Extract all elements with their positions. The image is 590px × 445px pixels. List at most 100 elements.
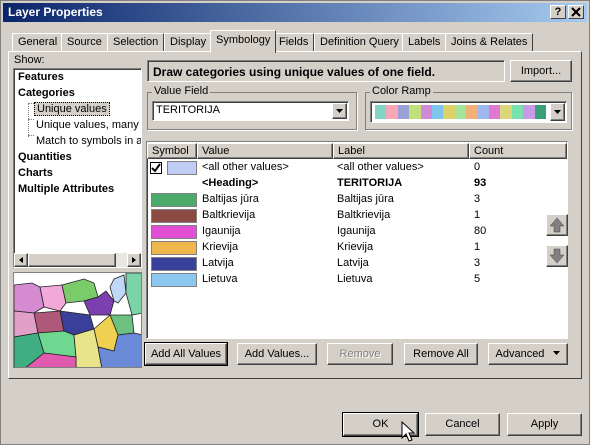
arrow-up-icon	[549, 217, 565, 233]
map-preview	[13, 272, 142, 368]
color-ramp-swatch	[409, 105, 421, 119]
tree-item-unique-values-many[interactable]: Unique values, many f	[36, 119, 141, 131]
advanced-button[interactable]: Advanced	[488, 343, 568, 365]
tab-fields[interactable]: Fields	[273, 33, 315, 51]
values-table[interactable]: Symbol Value Label Count <all other valu…	[146, 141, 568, 339]
arrow-left-icon	[19, 257, 23, 263]
symbol-swatch[interactable]	[151, 225, 197, 239]
tab-definition-query[interactable]: Definition Query	[314, 33, 405, 51]
tree-item-features[interactable]: Features	[18, 71, 64, 83]
row-checkbox[interactable]	[150, 162, 162, 174]
table-row[interactable]: Baltkrievija Baltkrievija 1	[147, 208, 567, 224]
tree-item-unique-values[interactable]: Unique values	[34, 102, 110, 116]
column-header-symbol[interactable]: Symbol	[147, 143, 197, 159]
move-down-button[interactable]	[546, 245, 568, 267]
scroll-right-button[interactable]	[127, 253, 141, 267]
close-button[interactable]	[568, 5, 584, 19]
value-field-legend: Value Field	[152, 85, 211, 97]
symbol-swatch[interactable]	[151, 193, 197, 207]
cell-count: 3	[474, 193, 481, 205]
color-ramp-swatch	[511, 105, 524, 119]
value-field-dropdown-button[interactable]	[332, 103, 347, 119]
column-header-label[interactable]: Label	[333, 143, 469, 159]
color-ramp-swatch	[534, 105, 547, 119]
cell-value: <Heading>	[202, 177, 259, 189]
cell-label: Igaunija	[337, 225, 376, 237]
remove-all-button[interactable]: Remove All	[404, 343, 478, 365]
color-ramp-dropdown-button[interactable]	[550, 103, 565, 121]
tab-general[interactable]: General	[12, 33, 64, 51]
cell-label: <all other values>	[337, 161, 424, 173]
color-ramp-swatch	[454, 105, 467, 119]
table-row[interactable]: Igaunija Igaunija 80	[147, 224, 567, 240]
add-all-values-button[interactable]: Add All Values	[144, 342, 228, 366]
show-label: Show:	[14, 54, 45, 66]
symbol-swatch[interactable]	[151, 241, 197, 255]
description-text: Draw categories using unique values of o…	[153, 65, 436, 79]
chevron-down-icon	[336, 109, 343, 113]
help-button[interactable]: ?	[550, 5, 566, 19]
table-row[interactable]: Baltijas jūra Baltijas jūra 3	[147, 192, 567, 208]
cell-count: 3	[474, 257, 481, 269]
move-up-button[interactable]	[546, 214, 568, 236]
chevron-down-icon	[552, 351, 560, 355]
cell-count: 80	[474, 225, 487, 237]
show-tree[interactable]: Features Categories Unique values Unique…	[13, 68, 142, 268]
import-button[interactable]: Import...	[510, 60, 572, 82]
tree-item-multiple-attributes[interactable]: Multiple Attributes	[18, 183, 114, 195]
apply-button[interactable]: Apply	[507, 413, 582, 436]
tree-item-categories[interactable]: Categories	[18, 87, 75, 99]
tab-selection[interactable]: Selection	[107, 33, 165, 51]
cell-value: Krievija	[202, 241, 239, 253]
cell-label: Baltijas jūra	[337, 193, 394, 205]
symbol-swatch[interactable]	[151, 273, 197, 287]
color-ramp-swatch	[466, 105, 478, 119]
cell-count: 93	[474, 177, 487, 189]
symbol-swatch[interactable]	[151, 209, 197, 223]
cell-value: Igaunija	[202, 225, 241, 237]
color-ramp-legend: Color Ramp	[370, 85, 433, 97]
title-bar[interactable]: Layer Properties ?	[3, 3, 587, 22]
scroll-thumb[interactable]	[28, 253, 116, 267]
show-tree-hscrollbar[interactable]	[14, 253, 141, 267]
table-row[interactable]: Latvija Latvija 3	[147, 256, 567, 272]
scroll-left-button[interactable]	[14, 253, 28, 267]
tab-source[interactable]: Source	[61, 33, 108, 51]
cell-value: <all other values>	[202, 161, 289, 173]
color-ramp-swatch	[420, 105, 433, 119]
cancel-button[interactable]: Cancel	[425, 413, 500, 436]
color-ramp-swatch	[432, 105, 444, 119]
table-row[interactable]: <all other values> <all other values> 0	[147, 160, 567, 176]
table-row[interactable]: Krievija Krievija 1	[147, 240, 567, 256]
tree-item-charts[interactable]: Charts	[18, 167, 53, 179]
tree-item-match-to-symbols[interactable]: Match to symbols in a	[36, 135, 141, 147]
tab-symbology[interactable]: Symbology	[210, 30, 277, 53]
chevron-down-icon	[554, 110, 561, 114]
cell-value: Lietuva	[202, 273, 238, 285]
remove-button[interactable]: Remove	[327, 343, 393, 365]
tab-display[interactable]: Display	[164, 33, 213, 51]
color-ramp-swatch	[443, 105, 455, 119]
add-values-button[interactable]: Add Values...	[237, 343, 317, 365]
tree-item-quantities[interactable]: Quantities	[18, 151, 72, 163]
cell-count: 0	[474, 161, 481, 173]
color-ramp-swatch	[375, 105, 387, 119]
cell-count: 1	[474, 209, 481, 221]
symbol-swatch[interactable]	[167, 161, 197, 175]
color-ramp-swatch	[500, 105, 512, 119]
table-row[interactable]: Lietuva Lietuva 5	[147, 272, 567, 288]
tab-joins-relates[interactable]: Joins & Relates	[445, 33, 534, 51]
table-row[interactable]: <Heading> TERITORIJA 93	[147, 176, 567, 192]
column-header-value[interactable]: Value	[197, 143, 333, 159]
symbol-swatch[interactable]	[151, 257, 197, 271]
color-ramp-swatch	[386, 105, 398, 119]
cell-value: Baltijas jūra	[202, 193, 259, 205]
color-ramp-swatch	[477, 105, 490, 119]
value-field-select[interactable]: TERITORIJA	[152, 101, 349, 121]
cell-label: Baltkrievija	[337, 209, 391, 221]
layer-properties-window: Layer Properties ? General Source Select…	[0, 0, 590, 445]
color-ramp-select[interactable]	[370, 101, 567, 123]
tab-labels[interactable]: Labels	[402, 33, 447, 51]
column-header-count[interactable]: Count	[469, 143, 567, 159]
cell-label: TERITORIJA	[337, 177, 403, 189]
